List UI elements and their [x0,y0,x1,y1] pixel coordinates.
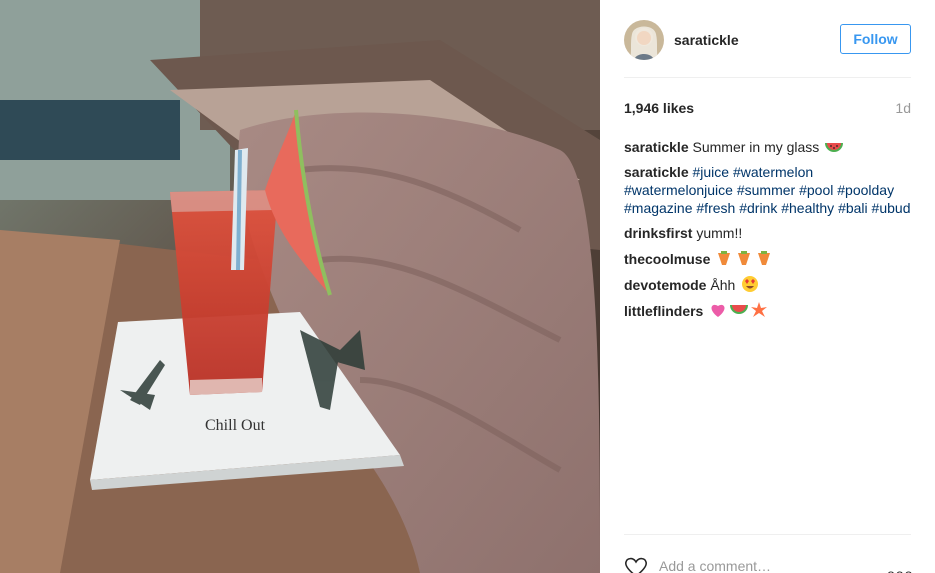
add-comment-input[interactable] [659,558,859,573]
watermelon-icon [825,142,844,152]
hashtag-link[interactable]: #summer [737,182,795,198]
hashtag-link[interactable]: #magazine [624,200,693,216]
hashtag-link[interactable]: #poolday [837,182,894,198]
likes-count[interactable]: 1,946 likes [624,100,694,116]
comment-username[interactable]: saratickle [624,164,689,180]
comment-username[interactable]: littleflinders [624,303,703,319]
post-header: saratickle Follow [624,20,911,78]
avatar-image [624,20,664,60]
comment-item: saratickle Summer in my glass [624,138,911,156]
heart-icon[interactable] [624,556,648,573]
post-side-panel: saratickle Follow 1,946 likes 1d saratic… [600,0,935,573]
follow-button[interactable]: Follow [840,24,911,54]
comment-username[interactable]: devotemode [624,277,706,293]
heart-watermelon-spark-icon [711,302,768,317]
comment-username[interactable]: thecoolmuse [624,251,710,267]
comment-item: drinksfirst yumm!! [624,224,911,242]
comment-item: devotemode Åhh [624,275,911,294]
likes-row: 1,946 likes 1d [624,100,911,120]
magazine-title: Chill Out [205,417,266,434]
tropical-drink-icon [718,251,771,265]
comment-item: littleflinders [624,301,911,320]
hashtag-link[interactable]: #ubud [872,200,911,216]
hashtag-link[interactable]: #watermelon [733,164,813,180]
comment-username[interactable]: drinksfirst [624,225,692,241]
heart-eyes-icon [742,276,759,292]
post-author-username[interactable]: saratickle [674,32,739,48]
hashtag-link[interactable]: #fresh [696,200,735,216]
comments-list: saratickle Summer in my glass saratickle… [624,138,911,327]
avatar[interactable] [624,20,664,60]
hashtag-link[interactable]: #pool [799,182,833,198]
hashtag-link[interactable]: #watermelonjuice [624,182,733,198]
hashtag-link[interactable]: #juice [693,164,730,180]
post-photo[interactable]: Chill Out [0,0,600,573]
hashtag-link[interactable]: #bali [838,200,868,216]
photo-illustration: Chill Out [0,0,600,573]
comment-text: Summer in my glass [692,139,820,155]
comment-username[interactable]: saratickle [624,139,689,155]
hashtag-link[interactable]: #healthy [781,200,834,216]
comment-text: yumm!! [696,225,743,241]
comment-item: saratickle #juice #watermelon #watermelo… [624,163,911,217]
comment-item: thecoolmuse [624,249,911,268]
post-timestamp[interactable]: 1d [895,100,911,116]
comment-text: Åhh [710,277,736,293]
hashtag-link[interactable]: #drink [739,200,777,216]
footer-divider [624,534,911,535]
more-options-icon[interactable]: ooo [887,566,913,573]
